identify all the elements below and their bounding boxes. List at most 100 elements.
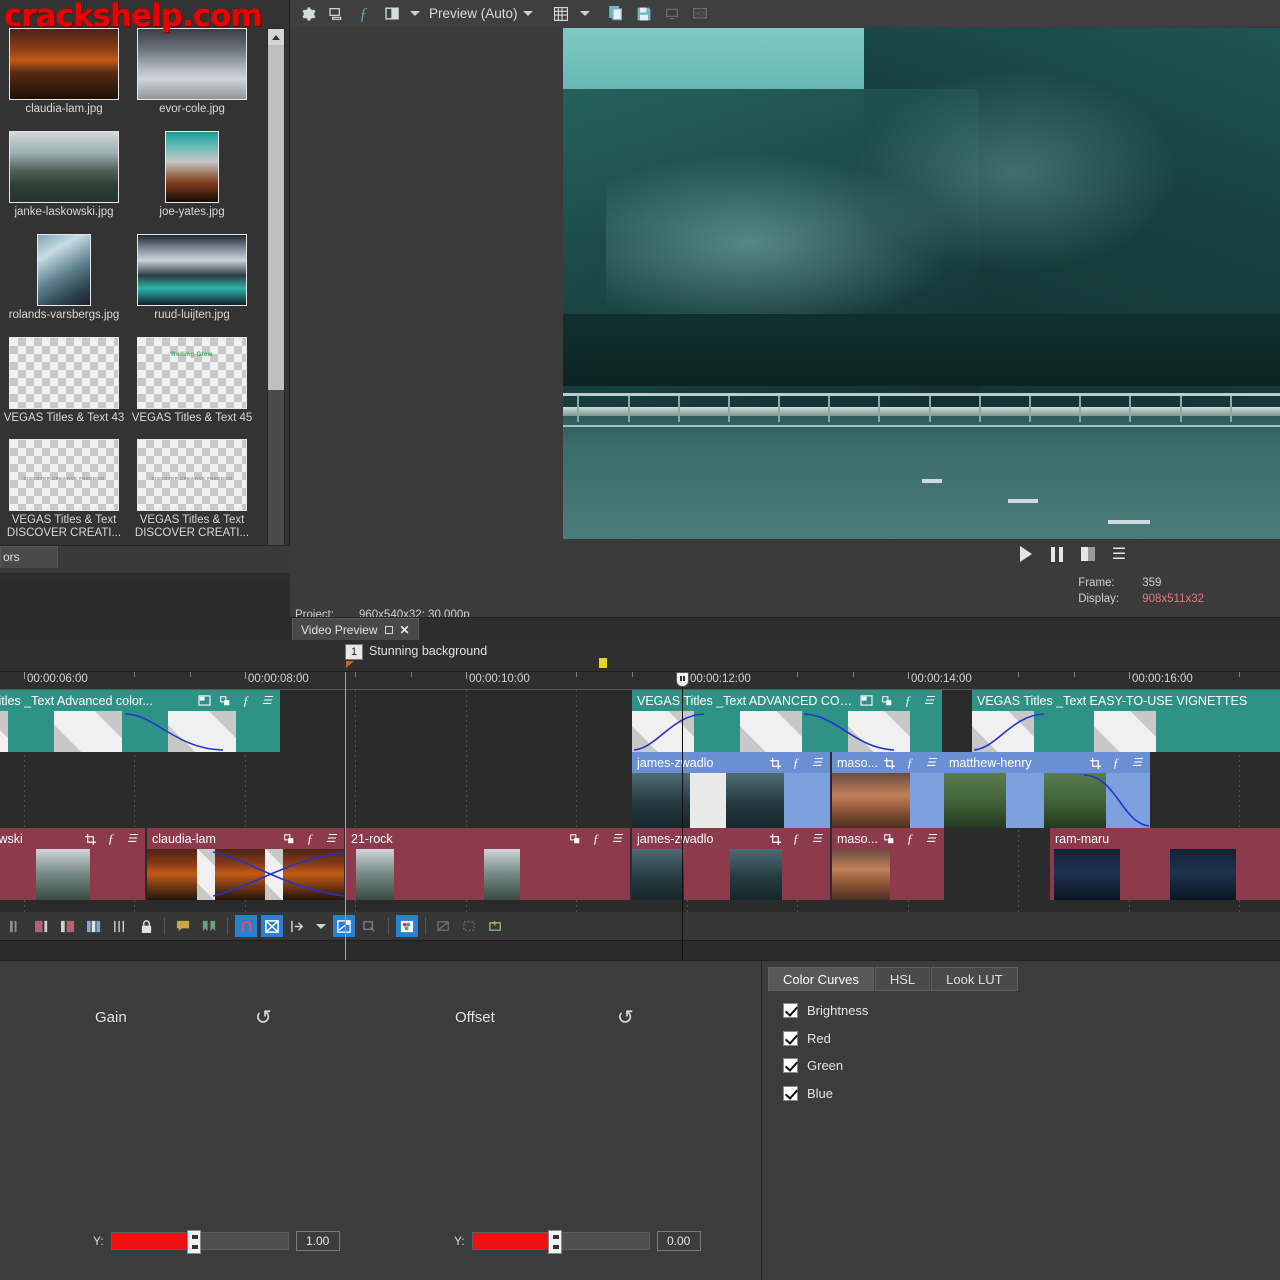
preview-quality-dropdown-icon[interactable] [410,11,420,16]
event-pan-crop-icon[interactable] [83,832,97,846]
timeline-toolbar[interactable] [0,912,1280,940]
clip-icon-group[interactable]: ƒ ☰ [882,756,944,770]
color-curves-tabs[interactable]: Color Curves HSL Look LUT [768,967,1019,991]
crossfade-icon[interactable] [83,915,105,937]
timeline-clip[interactable]: maso... ƒ ☰ [832,752,944,828]
event-fx-icon[interactable]: ƒ [903,832,917,846]
gain-reset-icon[interactable]: ↺ [255,1005,272,1030]
event-pan-crop-icon[interactable] [882,756,896,770]
media-item[interactable]: claudia-lam.jpg [0,28,128,116]
lock-envelopes-to-events-icon[interactable] [333,915,355,937]
trim-icon[interactable] [57,915,79,937]
event-menu-icon[interactable]: ☰ [260,694,274,708]
checkbox-blue[interactable]: Blue [783,1086,833,1101]
overlay-grid-icon[interactable] [552,4,571,23]
timeline-panel[interactable]: 1 Stunning background 00:00:06:00 00:00:… [0,640,1280,960]
ripple-mode-dropdown-icon[interactable] [316,924,326,929]
timeline-clip[interactable]: 21-rock ƒ ☰ [346,828,630,900]
panel-tab-color-grading[interactable]: ors [0,546,58,568]
timeline-marker[interactable]: 1 Stunning background [345,644,487,660]
media-item[interactable]: rolands-varsbergs.jpg [0,234,128,322]
offset-y-value[interactable]: 0.00 [657,1231,701,1251]
event-menu-icon[interactable]: ☰ [924,756,938,770]
event-menu-icon[interactable]: ☰ [324,832,338,846]
automatic-ripple-icon[interactable] [287,915,309,937]
envelope-icon[interactable] [109,915,131,937]
clip-header[interactable]: james-zwadlo ƒ ☰ [632,828,830,849]
clip-icon-group[interactable]: ƒ ☰ [1088,756,1150,770]
gain-y-slider[interactable] [111,1232,289,1250]
tab-look-lut[interactable]: Look LUT [931,967,1017,991]
timeline-clip[interactable]: ram-maru [1050,828,1280,900]
tab-color-curves[interactable]: Color Curves [768,967,874,991]
stop-icon[interactable] [1079,545,1097,563]
event-media-generator-icon[interactable] [880,694,894,708]
clip-header[interactable]: maso... ƒ ☰ [832,752,944,773]
event-fx-icon[interactable]: ƒ [789,832,803,846]
media-item[interactable]: evor-cole.jpg [128,28,256,116]
clip-icon-group[interactable]: ƒ ☰ [882,832,944,846]
clip-header[interactable]: VEGAS Titles _Text EASY-TO-USE VIGNETTES [972,690,1280,711]
region-marker-icon[interactable] [599,658,607,668]
timeline-clip[interactable]: VEGAS Titles _Text EASY-TO-USE VIGNETTES [972,690,1280,752]
checkbox-green[interactable]: Green [783,1058,843,1073]
clip-header[interactable]: VEGAS Titles _Text Advanced color... ƒ ☰ [0,690,280,711]
event-fx-icon[interactable]: ƒ [789,756,803,770]
preview-video-frame[interactable] [563,28,1280,539]
media-item[interactable]: DISCOVER CREATIVE FREEDOM VEGAS Titles &… [0,439,128,540]
save-snapshot-to-file-icon[interactable] [635,4,654,23]
scroll-up-button[interactable] [268,29,284,45]
event-menu-icon[interactable]: ☰ [810,756,824,770]
selection-edit-tool-icon[interactable] [459,915,481,937]
checkbox-icon[interactable] [783,1031,798,1046]
timeline-clip[interactable]: VEGAS Titles _Text Advanced color... ƒ ☰ [0,690,280,752]
event-fx-icon[interactable]: ƒ [589,832,603,846]
clip-icon-group[interactable]: ƒ ☰ [197,694,280,708]
event-fx-icon[interactable]: ƒ [901,694,915,708]
media-bin-scrollbar[interactable] [267,28,285,573]
clip-icon-group[interactable]: ƒ ☰ [282,832,344,846]
clip-icon-group[interactable]: ƒ ☰ [768,832,830,846]
checkbox-red[interactable]: Red [783,1031,831,1046]
copy-snapshot-to-clipboard-icon[interactable] [607,4,626,23]
tab-video-preview[interactable]: Video Preview ✕ [292,618,419,640]
event-media-generator-icon[interactable] [568,832,582,846]
marker-bar[interactable]: 1 Stunning background [0,640,1280,672]
zoom-edit-tool-icon[interactable] [485,915,507,937]
timeline-track-titles[interactable]: VEGAS Titles _Text Advanced color... ƒ ☰ [0,690,1280,752]
media-bin-grid[interactable]: claudia-lam.jpg evor-cole.jpg janke-lask… [0,28,266,573]
event-pan-crop-icon[interactable] [197,694,211,708]
marker-icon[interactable] [172,915,194,937]
scrollbar-thumb[interactable] [268,45,284,390]
edit-cursor[interactable] [345,672,346,960]
media-item[interactable]: VEGAS Titles & Text 43 [0,337,128,425]
event-pan-crop-icon[interactable] [768,756,782,770]
event-pan-crop-icon[interactable] [1088,756,1102,770]
clip-header[interactable]: ram-maru [1050,828,1280,849]
playhead-handle[interactable] [676,672,689,687]
clip-icon-group[interactable]: ƒ ☰ [568,832,630,846]
timeline-clip[interactable]: maso... ƒ ☰ [832,828,944,900]
event-menu-icon[interactable]: ☰ [922,694,936,708]
timeline-clip[interactable]: VEGAS Titles _Text ADVANCED COLO... ƒ ☰ [632,690,942,752]
media-item[interactable]: joe-yates.jpg [128,131,256,219]
clip-icon-group[interactable]: ƒ ☰ [859,694,942,708]
event-fx-icon[interactable]: ƒ [104,832,118,846]
event-pan-crop-icon[interactable] [768,832,782,846]
clip-icon-group[interactable]: ƒ ☰ [83,832,145,846]
offset-y-slider[interactable] [472,1232,650,1250]
checkbox-icon[interactable] [783,1058,798,1073]
event-fx-icon[interactable]: ƒ [303,832,317,846]
event-menu-icon[interactable]: ☰ [125,832,139,846]
play-icon[interactable] [1017,545,1035,563]
event-fx-icon[interactable]: ƒ [239,694,253,708]
timeline-clip[interactable]: nke-laskowski ƒ ☰ [0,828,145,900]
video-output-fx-icon[interactable]: ƒ [354,4,373,23]
event-fx-icon[interactable]: ƒ [903,756,917,770]
checkbox-icon[interactable] [783,1003,798,1018]
event-fx-icon[interactable]: ƒ [1109,756,1123,770]
hdr-icon[interactable]: HDR [691,4,710,23]
region-icon[interactable] [198,915,220,937]
event-menu-icon[interactable]: ☰ [810,832,824,846]
clip-header[interactable]: claudia-lam ƒ ☰ [147,828,344,849]
